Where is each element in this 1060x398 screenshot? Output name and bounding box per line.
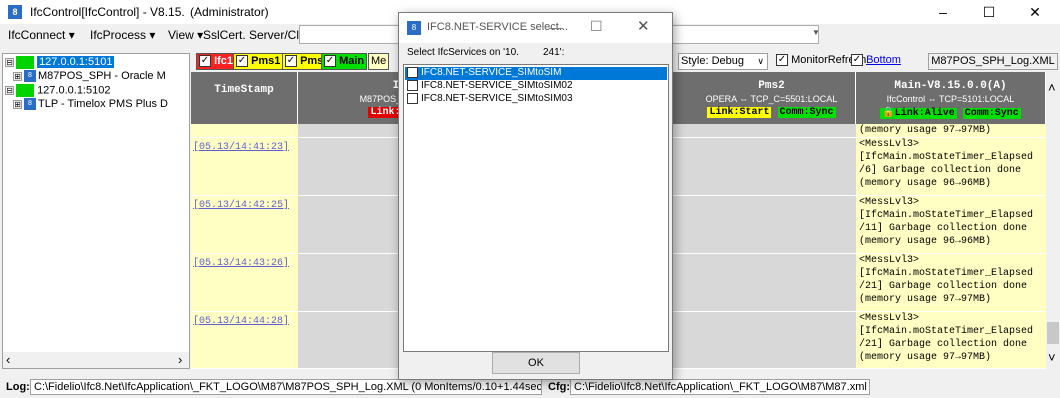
- ok-button[interactable]: OK: [492, 352, 580, 374]
- column-subtitle: IfcControl ⇔ TCP=5101:LOCAL: [886, 94, 1015, 104]
- row-timestamp-link[interactable]: [05.13/14:43:26]: [191, 254, 298, 312]
- filter-ifc1[interactable]: ✓ Ifc1: [196, 53, 237, 70]
- service-select-dialog: 8 IFC8.NET-SERVICE select... — ☐ ✕ Selec…: [398, 12, 673, 380]
- service-item-label: IFC8.NET-SERVICE_SIMtoSIM: [421, 67, 562, 78]
- column-header-main[interactable]: Main-V8.15.0.0(A) IfcControl ⇔ TCP=5101:…: [856, 72, 1046, 124]
- checkbox-icon[interactable]: ✓: [236, 55, 248, 68]
- connection-tree[interactable]: ⊟ 127.0.0.1:5101 ⊞ 8 M87POS_SPH - Oracle M…: [2, 53, 190, 369]
- filter-label: Pms1: [251, 55, 281, 67]
- filter-main[interactable]: ✓ Main: [321, 53, 368, 70]
- table-cell-message: <MessLvl3> [IfcMain.moStateTimer_Elapsed…: [856, 196, 1046, 254]
- expand-icon[interactable]: ⊞: [13, 99, 22, 109]
- status-green-icon: [16, 56, 34, 69]
- tree-node-m87pos[interactable]: ⊞ 8 M87POS_SPH - Oracle M: [13, 70, 166, 85]
- maximize-button[interactable]: ☐: [966, 0, 1012, 24]
- comm-status-badge: Comm:Sync: [962, 108, 1021, 119]
- filter-bar: ✓ Ifc1 ✓ Pms1 ✓ Pms2 ✓ Main Me: [196, 53, 396, 70]
- chevron-down-icon: ∨: [757, 56, 764, 66]
- log-path: C:\Fidelio\Ifc8.Net\IfcApplication\_FKT_…: [30, 379, 542, 395]
- checkbox-icon[interactable]: ✓: [199, 55, 211, 68]
- service-item-label: IFC8.NET-SERVICE_SIMtoSIM02: [421, 80, 573, 91]
- chevron-down-icon[interactable]: ▼: [812, 28, 820, 37]
- prompt-prefix: Select IfcServices on '10.: [407, 47, 519, 58]
- filter-messages[interactable]: Me: [368, 53, 390, 70]
- link-status-badge: Link:Start: [707, 107, 772, 118]
- expand-icon[interactable]: ⊞: [13, 71, 22, 81]
- filter-pms1[interactable]: ✓ Pms1: [233, 53, 284, 70]
- column-title: Pms2: [758, 80, 785, 92]
- ifc-node-icon: 8: [24, 70, 36, 83]
- window-title: IfcControl[IfcControl] - V8.15.: [30, 5, 185, 19]
- menu-ifcconnect[interactable]: IfcConnect ▾: [8, 28, 75, 42]
- prompt-suffix: 241':: [542, 47, 565, 58]
- checkbox-icon[interactable]: [407, 67, 418, 78]
- table-cell-message: (memory usage 97→97MB): [856, 124, 1046, 138]
- comm-status-badge: Comm:Sync: [777, 107, 836, 118]
- table-row-partial: [191, 124, 298, 138]
- collapse-icon[interactable]: ⊟: [5, 58, 14, 67]
- checkbox-icon[interactable]: [407, 93, 418, 104]
- menu-view[interactable]: View ▾: [168, 28, 203, 42]
- tree-node-label[interactable]: 127.0.0.1:5101: [37, 56, 115, 69]
- tree-horizontal-scrollbar[interactable]: ‹ ›: [3, 352, 189, 368]
- scrollbar-thumb[interactable]: [1047, 322, 1059, 344]
- scroll-down-icon[interactable]: ˅: [1048, 350, 1056, 365]
- column-header-timestamp[interactable]: TimeStamp: [191, 72, 298, 124]
- collapse-icon[interactable]: ⊟: [5, 86, 14, 95]
- table-cell-message: <MessLvl3> [IfcMain.moStateTimer_Elapsed…: [856, 254, 1046, 312]
- style-select-value: Style: Debug: [681, 55, 744, 67]
- dialog-prompt: Select IfcServices on '10. 241':: [407, 47, 564, 58]
- service-item[interactable]: IFC8.NET-SERVICE_SIMtoSIM03: [405, 93, 667, 106]
- cfg-path: C:\Fidelio\Ifc8.Net\IfcApplication\_FKT_…: [570, 379, 870, 395]
- tree-node-server-5101[interactable]: ⊟ 127.0.0.1:5101: [5, 56, 115, 71]
- row-timestamp-link[interactable]: [05.13/14:42:25]: [191, 196, 298, 254]
- cfg-label: Cfg:: [548, 381, 570, 393]
- status-green-icon: [16, 84, 34, 97]
- checkbox-icon[interactable]: ✓: [285, 55, 297, 68]
- scroll-up-icon[interactable]: ˄: [1048, 80, 1056, 95]
- column-title: Main-V8.15.0.0(A): [894, 80, 1007, 92]
- logfile-name: M87POS_SPH_Log.XML: [928, 53, 1058, 70]
- table-cell-message: <MessLvl3> [IfcMain.moStateTimer_Elapsed…: [856, 138, 1046, 196]
- service-list[interactable]: IFC8.NET-SERVICE_SIMtoSIM IFC8.NET-SERVI…: [403, 64, 669, 352]
- dialog-close-button[interactable]: ✕: [637, 17, 650, 35]
- checkbox-icon[interactable]: ✓: [851, 54, 863, 67]
- tree-node-server-5102[interactable]: ⊟ 127.0.0.1:5102: [5, 84, 110, 99]
- dialog-titlebar: 8 IFC8.NET-SERVICE select... — ☐ ✕: [399, 13, 672, 43]
- scroll-right-icon[interactable]: ›: [178, 352, 182, 367]
- checkbox-icon[interactable]: ✓: [776, 54, 788, 67]
- service-item-label: IFC8.NET-SERVICE_SIMtoSIM03: [421, 93, 573, 104]
- minimize-button[interactable]: –: [920, 0, 966, 24]
- tree-node-label: M87POS_SPH - Oracle M: [38, 70, 166, 82]
- ifc-node-icon: 8: [24, 98, 36, 111]
- tree-node-label: TLP - Timelox PMS Plus D: [38, 98, 168, 110]
- checkbox-icon[interactable]: [407, 80, 418, 91]
- scroll-left-icon[interactable]: ‹: [6, 352, 10, 367]
- table-cell-message: <MessLvl3> [IfcMain.moStateTimer_Elapsed…: [856, 312, 1046, 369]
- dialog-title: IFC8.NET-SERVICE select...: [427, 21, 569, 33]
- dialog-minimize-button[interactable]: —: [549, 19, 563, 35]
- app-icon: 8: [407, 21, 421, 35]
- tree-node-tlp[interactable]: ⊞ 8 TLP - Timelox PMS Plus D: [13, 98, 168, 113]
- checkbox-icon[interactable]: ✓: [324, 55, 336, 68]
- service-item[interactable]: IFC8.NET-SERVICE_SIMtoSIM02: [405, 80, 667, 93]
- log-label: Log:: [6, 381, 30, 393]
- filter-label: Ifc1: [214, 55, 234, 67]
- admin-label: (Administrator): [190, 5, 269, 19]
- tree-node-label: 127.0.0.1:5102: [37, 84, 111, 97]
- app-icon: 8: [8, 5, 22, 19]
- close-button[interactable]: ✕: [1012, 0, 1058, 24]
- link-status-badge: 🔒Link:Alive: [880, 108, 957, 119]
- column-title: TimeStamp: [214, 84, 274, 96]
- bottom-link[interactable]: Bottom: [866, 54, 901, 66]
- service-item[interactable]: IFC8.NET-SERVICE_SIMtoSIM: [405, 67, 667, 80]
- dialog-maximize-button[interactable]: ☐: [590, 18, 603, 35]
- column-subtitle: OPERA ⇔ TCP_C=5501:LOCAL: [705, 94, 838, 104]
- style-select[interactable]: Style: Debug ∨: [678, 53, 768, 70]
- filter-label: Main: [339, 55, 365, 67]
- row-timestamp-link[interactable]: [05.13/14:44:28]: [191, 312, 298, 369]
- menu-ifcprocess[interactable]: IfcProcess ▾: [90, 28, 155, 42]
- bottom-toggle[interactable]: ✓ Bottom: [851, 54, 901, 67]
- row-timestamp-link[interactable]: [05.13/14:41:23]: [191, 138, 298, 196]
